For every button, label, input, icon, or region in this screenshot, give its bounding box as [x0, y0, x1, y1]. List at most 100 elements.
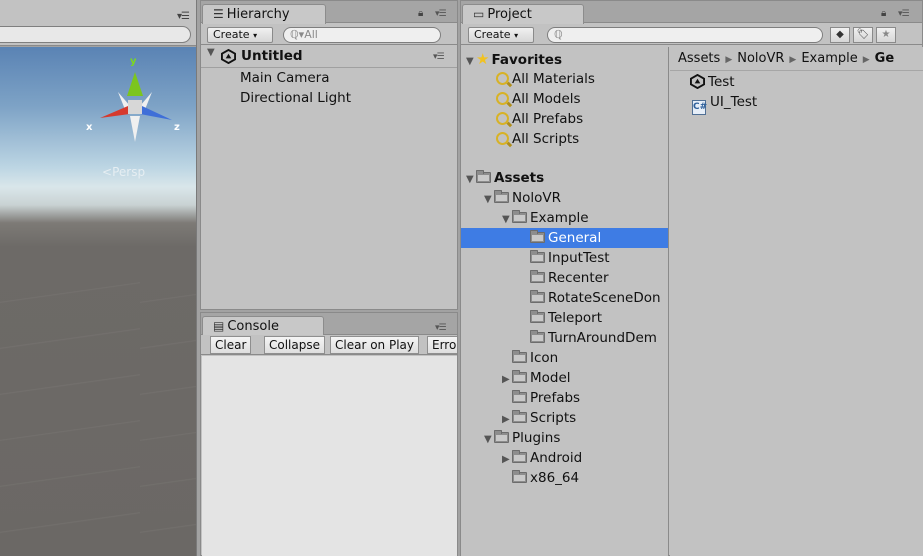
expand-arrow-icon[interactable]: ▼ — [466, 170, 476, 190]
clear-on-play-button[interactable]: Clear on Play — [330, 336, 419, 354]
gizmo-x-label: x — [86, 122, 93, 133]
tree-item-scripts[interactable]: ▶ Scripts — [502, 408, 576, 428]
expand-arrow-icon[interactable]: ▶ — [502, 370, 512, 390]
expand-arrow-icon[interactable]: ▼ — [466, 52, 476, 72]
breadcrumb-item[interactable]: Assets — [678, 51, 720, 66]
folder-icon — [512, 370, 527, 383]
console-toolbar: Clear Collapse Clear on Play Erro — [201, 335, 457, 355]
scene-name: Untitled — [241, 48, 303, 64]
error-pause-button[interactable]: Erro — [427, 336, 457, 354]
folder-icon — [530, 330, 545, 343]
tree-item-rotatescene[interactable]: RotateSceneDon — [530, 288, 661, 308]
file-item[interactable]: Test — [690, 72, 735, 92]
scene-menu-icon[interactable]: ▾☰ — [433, 52, 445, 62]
search-by-type-icon[interactable]: ◆ — [830, 27, 850, 43]
expand-arrow-icon[interactable]: ▼ — [484, 190, 494, 210]
favorite-item[interactable]: All Scripts — [496, 129, 579, 149]
tree-item-x86-64[interactable]: x86_64 — [512, 468, 579, 488]
tree-item-teleport[interactable]: Teleport — [530, 308, 602, 328]
tree-item-turnaround[interactable]: TurnAroundDem — [530, 328, 657, 348]
tree-label: InputTest — [548, 250, 610, 266]
hierarchy-scene-row[interactable]: ▼ Untitled ▾☰ — [201, 46, 457, 68]
tree-item-general[interactable]: General — [461, 228, 668, 248]
tree-item-inputtest[interactable]: InputTest — [530, 248, 610, 268]
console-log-area[interactable] — [202, 356, 457, 556]
search-placeholder: All — [304, 28, 318, 41]
search-icon — [496, 92, 509, 105]
breadcrumb: Assets ▶ NoloVR ▶ Example ▶ Ge — [670, 47, 923, 71]
breadcrumb-item[interactable]: Ge — [875, 51, 895, 66]
hierarchy-search-input[interactable]: ℚ▾All — [283, 27, 441, 43]
tree-label: x86_64 — [530, 470, 580, 486]
tree-item-prefabs[interactable]: Prefabs — [512, 388, 580, 408]
expand-arrow-icon[interactable]: ▶ — [502, 450, 512, 470]
persp-text: Persp — [112, 165, 146, 179]
tree-label: Icon — [530, 350, 559, 366]
project-file-pane[interactable]: Assets ▶ NoloVR ▶ Example ▶ Ge Test C# UI_Test — [670, 47, 923, 556]
favorites-section[interactable]: ▼ ★ Favorites — [466, 49, 562, 69]
console-panel: ▤ Console ▾☰ Clear Collapse Clear on Play… — [200, 312, 458, 556]
project-folder-tree: ▼ ★ Favorites All Materials All Models All… — [461, 47, 669, 556]
scene-view[interactable]: ▾☰ y x z <Persp — [0, 0, 197, 556]
persp-label[interactable]: <Persp — [102, 165, 145, 179]
tree-item-assets[interactable]: ▼ Assets — [466, 168, 544, 188]
unity-scene-icon — [690, 74, 705, 89]
orientation-gizmo[interactable]: y x z — [86, 56, 182, 146]
panel-menu-icon[interactable]: ▾☰ — [177, 11, 190, 22]
expand-arrow-icon[interactable]: ▶ — [502, 410, 512, 430]
tree-item-model[interactable]: ▶ Model — [502, 368, 571, 388]
tree-label: RotateSceneDon — [548, 290, 661, 306]
tree-item-android[interactable]: ▶ Android — [502, 448, 582, 468]
search-by-label-icon[interactable]: 🏷︎ — [853, 27, 873, 43]
collapse-button[interactable]: Collapse — [264, 336, 325, 354]
tree-label: Plugins — [512, 430, 561, 446]
breadcrumb-separator-icon: ▶ — [725, 55, 733, 65]
lock-icon[interactable]: 🔒︎ — [418, 8, 423, 19]
clear-button[interactable]: Clear — [210, 336, 252, 354]
gizmo-graphic — [100, 72, 172, 142]
project-create-button[interactable]: Create ▾ — [468, 27, 534, 43]
expand-arrow-icon[interactable]: ▼ — [484, 430, 494, 450]
folder-icon — [530, 290, 545, 303]
panel-menu-icon[interactable]: ▾☰ — [898, 9, 910, 19]
breadcrumb-item[interactable]: NoloVR — [737, 51, 784, 66]
favorite-label: All Prefabs — [512, 111, 584, 127]
tab-project[interactable]: ▭ Project — [462, 4, 584, 24]
file-item[interactable]: C# UI_Test — [692, 92, 757, 115]
tab-hierarchy[interactable]: ☰ Hierarchy — [202, 4, 326, 24]
tree-item-nolovr[interactable]: ▼ NoloVR — [484, 188, 561, 208]
favorite-item[interactable]: All Materials — [496, 69, 595, 89]
folder-icon — [494, 430, 509, 443]
list-item[interactable]: Directional Light — [240, 90, 351, 106]
create-label: Create — [474, 28, 511, 41]
tab-console[interactable]: ▤ Console — [202, 316, 324, 336]
tree-label: Model — [530, 370, 571, 386]
gizmo-z-label: z — [174, 122, 180, 133]
list-item[interactable]: Main Camera — [240, 70, 330, 86]
tree-label: Teleport — [548, 310, 602, 326]
project-tabbar: ▭ Project 🔒︎ ▾☰ — [461, 1, 922, 24]
project-search-input[interactable]: ℚ — [547, 27, 823, 43]
tree-item-example[interactable]: ▼ Example — [502, 208, 589, 228]
panel-menu-icon[interactable]: ▾☰ — [435, 323, 447, 333]
lock-icon[interactable]: 🔒︎ — [881, 8, 886, 19]
file-label: Test — [708, 74, 735, 90]
folder-icon — [512, 450, 527, 463]
breadcrumb-item[interactable]: Example — [801, 51, 857, 66]
scene-search-input[interactable] — [0, 26, 191, 43]
expand-arrow-icon[interactable]: ▼ — [207, 47, 215, 58]
search-icon: ℚ — [554, 28, 563, 41]
hierarchy-toolbar: Create ▾ ℚ▾All — [201, 25, 457, 45]
tree-item-icon[interactable]: Icon — [512, 348, 558, 368]
tree-item-recenter[interactable]: Recenter — [530, 268, 609, 288]
panel-menu-icon[interactable]: ▾☰ — [435, 9, 447, 19]
tree-item-plugins[interactable]: ▼ Plugins — [484, 428, 560, 448]
search-icon — [496, 112, 509, 125]
csharp-script-icon: C# — [692, 100, 707, 115]
favorite-item[interactable]: All Models — [496, 89, 581, 109]
favorite-label: All Models — [512, 91, 581, 107]
hierarchy-create-button[interactable]: Create ▾ — [207, 27, 273, 43]
expand-arrow-icon[interactable]: ▼ — [502, 210, 512, 230]
favorite-item[interactable]: All Prefabs — [496, 109, 583, 129]
favorite-star-icon[interactable]: ★ — [876, 27, 896, 43]
